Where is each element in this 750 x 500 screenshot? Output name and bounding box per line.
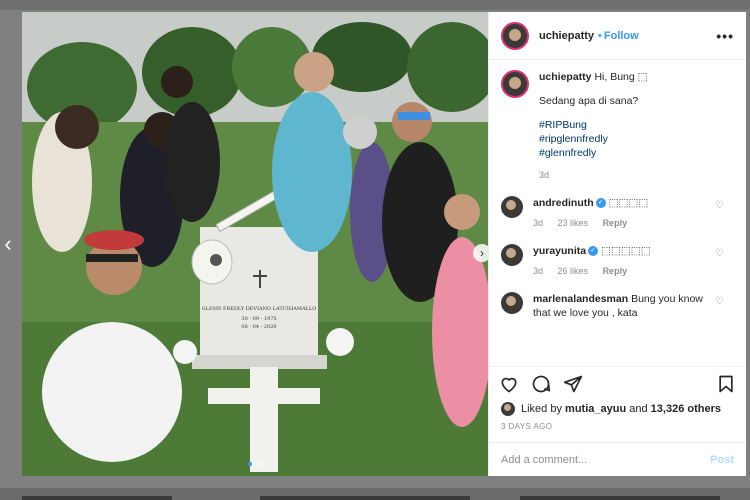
add-comment-bar: Post	[489, 442, 746, 476]
carousel-dot	[256, 462, 260, 466]
post-photo: GLENN FREDLY DEVIANO LATUIHAMALLO 30 - 0…	[22, 12, 488, 476]
comment-body: andredinuth ✓ ⬚⬚⬚⬚ 3d 23 likes Reply	[533, 196, 713, 230]
hashtag-link[interactable]: #RIPBung	[539, 118, 648, 132]
verified-badge-icon: ✓	[588, 246, 599, 257]
comments-list[interactable]: uchiepatty Hi, Bung ⬚ Sedang apa di sana…	[501, 70, 734, 366]
post-modal: GLENN FREDLY DEVIANO LATUIHAMALLO 30 - 0…	[22, 12, 746, 476]
comment-item: andredinuth ✓ ⬚⬚⬚⬚ 3d 23 likes Reply ♡	[501, 196, 734, 230]
caption-username[interactable]: uchiepatty	[539, 71, 592, 83]
carousel-indicator	[248, 462, 260, 466]
comment-time[interactable]: 3d	[533, 218, 543, 228]
comment-body: yurayunita ✓ ⬚⬚⬚⬚⬚ 3d 26 likes Reply	[533, 244, 713, 278]
background-footer	[0, 488, 750, 500]
next-photo-arrow-icon[interactable]: ›	[473, 244, 488, 262]
follow-button[interactable]: Follow	[604, 30, 639, 42]
comment-heart-icon[interactable]: ♡	[715, 200, 724, 211]
author-avatar[interactable]	[501, 21, 529, 50]
comment-icon[interactable]	[531, 374, 551, 394]
author-username[interactable]: uchiepatty	[539, 30, 594, 42]
caption-text: Hi, Bung ⬚	[594, 71, 648, 83]
carousel-dot-active	[248, 462, 252, 466]
comment-username[interactable]: yurayunita	[533, 245, 586, 257]
header-separator: •	[598, 29, 602, 42]
caption-time[interactable]: 3d	[539, 168, 648, 182]
comment-text: ⬚⬚⬚⬚⬚	[601, 245, 651, 257]
caption-avatar[interactable]	[501, 70, 529, 98]
post-header: uchiepatty • Follow •••	[489, 12, 746, 60]
likes-prefix: Liked by	[521, 403, 562, 415]
reply-button[interactable]: Reply	[603, 266, 628, 276]
commenter-avatar[interactable]	[501, 292, 523, 314]
hashtag-link[interactable]: #glennfredly	[539, 146, 648, 160]
caption-line2: Sedang apa di sana?	[539, 95, 639, 107]
caption-body: uchiepatty Hi, Bung ⬚ Sedang apa di sana…	[539, 70, 648, 182]
verified-badge-icon: ✓	[595, 198, 606, 209]
comment-username[interactable]: marlenalandesman	[533, 293, 628, 305]
comment-heart-icon[interactable]: ♡	[715, 248, 724, 259]
comment-input[interactable]	[501, 453, 711, 466]
action-bar	[489, 366, 746, 400]
comment-heart-icon[interactable]: ♡	[715, 296, 724, 307]
comment-item: yurayunita ✓ ⬚⬚⬚⬚⬚ 3d 26 likes Reply ♡	[501, 244, 734, 278]
comment-meta: 3d 23 likes Reply	[533, 216, 713, 230]
post-sidebar: uchiepatty • Follow ••• uchiepatty Hi, B…	[488, 12, 746, 476]
likes-others-link[interactable]: 13,326 others	[651, 403, 721, 415]
likes-summary: Liked by mutia_ayuu and 13,326 others	[501, 402, 734, 416]
comment-likes[interactable]: 23 likes	[558, 218, 589, 228]
comment-body: marlenalandesman Bung you know that we l…	[533, 292, 713, 320]
comment-likes[interactable]: 26 likes	[558, 266, 589, 276]
post-date[interactable]: 3 DAYS AGO	[501, 422, 552, 431]
post-caption: uchiepatty Hi, Bung ⬚ Sedang apa di sana…	[501, 70, 734, 182]
hashtag-link[interactable]: #ripglennfredly	[539, 132, 648, 146]
liker-avatar[interactable]	[501, 402, 515, 416]
comment-item: marlenalandesman Bung you know that we l…	[501, 292, 734, 320]
heart-icon[interactable]	[499, 374, 519, 394]
gravestone-name: GLENN FREDLY DEVIANO LATUIHAMALLO	[202, 306, 317, 312]
gravestone-death: 08 - 04 - 2020	[241, 324, 276, 330]
comment-username[interactable]: andredinuth	[533, 197, 594, 209]
reply-button[interactable]: Reply	[603, 218, 628, 228]
comment-meta: 3d 26 likes Reply	[533, 264, 713, 278]
comment-text: ⬚⬚⬚⬚	[608, 197, 649, 209]
previous-post-arrow-icon[interactable]: ‹	[0, 230, 16, 258]
post-comment-button[interactable]: Post	[710, 454, 734, 466]
liker-username[interactable]: mutia_ayuu	[565, 403, 626, 415]
paper-plane-icon[interactable]	[563, 374, 583, 394]
comment-time[interactable]: 3d	[533, 266, 543, 276]
background-header	[0, 0, 750, 10]
commenter-avatar[interactable]	[501, 244, 523, 266]
bookmark-icon[interactable]	[716, 374, 736, 394]
more-options-icon[interactable]: •••	[716, 28, 734, 44]
likes-joiner: and	[629, 403, 648, 415]
gravestone-birth: 30 - 09 - 1975	[241, 316, 276, 322]
commenter-avatar[interactable]	[501, 196, 523, 218]
